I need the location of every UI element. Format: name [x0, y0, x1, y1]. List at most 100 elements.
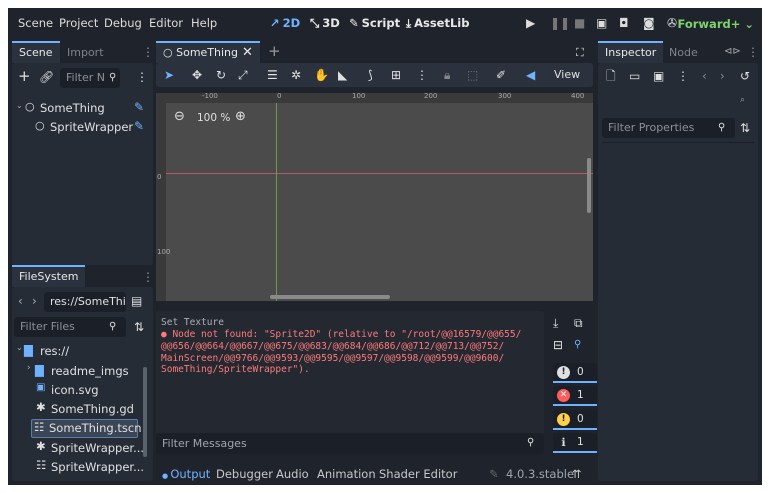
workspace-2d-button[interactable]: ↗ 2D [270, 16, 300, 30]
menu-debug[interactable]: Debug [104, 16, 142, 30]
search-toggle-icon[interactable]: ⚲ [574, 338, 581, 352]
pan-tool-icon[interactable]: ✋ [314, 68, 329, 82]
dock-menu-icon[interactable]: ⋮ [142, 270, 154, 284]
tab-import[interactable]: Import [60, 41, 111, 63]
bottom-tab-output[interactable]: ● Output [162, 467, 210, 481]
copy-icon[interactable]: ⧉ [574, 316, 583, 330]
zoom-out-icon[interactable]: ⊖ [174, 110, 185, 124]
file-something-gd[interactable]: ✱ SomeThing.gd [14, 400, 138, 419]
movie-maker-icon[interactable]: ✇ [667, 16, 677, 30]
renderer-selector[interactable]: Forward+ ⌄ [677, 17, 754, 31]
grid-snap-icon[interactable]: ⊞ [391, 68, 401, 82]
file-readme-imgs[interactable]: › ▇ readme_imgs [14, 362, 138, 381]
forward-icon[interactable]: › [32, 294, 37, 308]
resource-options-icon[interactable]: ⋮ [677, 69, 689, 83]
view-menu[interactable]: View [554, 68, 580, 82]
collapse-arrow-icon[interactable]: ⌄ [16, 343, 23, 352]
new-resource-icon[interactable]: 🗋︎ [606, 69, 616, 83]
collapse-arrow-icon[interactable]: ⌄ [16, 101, 23, 110]
zoom-level[interactable]: 100 % [197, 112, 230, 124]
file-spritewrapper-tscn[interactable]: ☷ SpriteWrapper... [14, 458, 144, 477]
play-icon[interactable]: ▶ [526, 16, 535, 30]
bottom-tab-audio[interactable]: Audio [276, 467, 309, 481]
script-attached-icon[interactable]: ✎ [134, 100, 144, 114]
camera-override-icon[interactable]: ◀ [526, 68, 535, 82]
workspace-script-button[interactable]: ✎ Script [349, 16, 400, 30]
tab-something-scene[interactable]: ○ SomeThing ✕ [156, 41, 260, 63]
add-node-icon[interactable]: + [18, 69, 31, 84]
remote-debug-icon[interactable]: ▣ [596, 16, 607, 30]
scale-tool-icon[interactable]: ⤢ [238, 68, 248, 82]
expand-panel-icon[interactable]: ⇈ [572, 467, 582, 481]
file-spritewrapper-gd[interactable]: ✱ SpriteWrapper... [14, 439, 144, 458]
distraction-free-icon[interactable]: ⛶ [576, 46, 584, 60]
menu-scene[interactable]: Scene [18, 16, 53, 30]
save-resource-icon[interactable]: ▣ [653, 69, 664, 83]
messages-filter-input[interactable]: Filter Messages [156, 433, 544, 454]
tab-filesystem[interactable]: FileSystem [12, 265, 86, 287]
canvas-viewport[interactable]: -100 0 100 200 300 400 0 100 ⊖ 100 % ⊕ [156, 92, 593, 301]
tab-inspector[interactable]: Inspector [598, 41, 664, 63]
tree-node-spritewrapper[interactable]: ○ SpriteWrapper ✎ [14, 118, 150, 137]
horizontal-scrollbar[interactable] [270, 295, 390, 299]
tab-scene[interactable]: Scene [12, 41, 60, 63]
history-icon[interactable]: ↺ [740, 69, 750, 83]
properties-filter-input[interactable]: Filter Properties [602, 118, 735, 138]
script-attached-icon[interactable]: ✎ [134, 119, 144, 133]
errors-filter-toggle[interactable]: ! 0 [553, 363, 597, 383]
scene-options-icon[interactable]: ⋮ [136, 70, 148, 84]
zoom-in-icon[interactable]: ⊕ [235, 110, 246, 124]
error-count-toggle[interactable]: ✕ 1 [553, 386, 597, 406]
open-resource-icon[interactable]: ▭ [629, 69, 640, 83]
pause-icon[interactable]: ❚❚ [550, 16, 570, 30]
dock-move-left-icon[interactable]: ⊲⊳ [724, 45, 741, 59]
bone-icon[interactable]: ✐ [496, 68, 506, 82]
snap-options-icon[interactable]: ⋮ [416, 68, 428, 82]
path-field[interactable]: res://SomeThi [44, 292, 126, 312]
bottom-tab-shader-editor[interactable]: Shader Editor [379, 467, 457, 481]
scroll-to-bottom-icon[interactable]: ⤓ [553, 316, 558, 330]
link-icon[interactable]: 🔗︎ [39, 70, 54, 84]
dock-menu-icon[interactable]: ⋮ [142, 45, 154, 59]
add-scene-tab-icon[interactable]: + [268, 44, 281, 59]
ruler-tool-icon[interactable]: ◣ [338, 68, 347, 82]
play-custom-scene-icon[interactable]: ◙ [643, 16, 655, 30]
menu-help[interactable]: Help [191, 16, 217, 30]
file-icon-svg[interactable]: ▣ icon.svg [14, 381, 138, 400]
tree-node-something[interactable]: ⌄ ○ SomeThing ✎ [14, 99, 150, 118]
close-icon[interactable]: ✕ [242, 45, 253, 60]
split-view-icon[interactable]: ▤ [131, 294, 142, 308]
clear-output-icon[interactable]: ⊟ [553, 338, 563, 352]
pivot-tool-icon[interactable]: ✲ [291, 68, 301, 82]
warning-count-toggle[interactable]: ! 0 [553, 410, 597, 430]
tab-node[interactable]: Node [662, 41, 705, 63]
bottom-tab-animation[interactable]: Animation [317, 467, 376, 481]
list-select-icon[interactable]: ☰ [267, 68, 278, 82]
smart-snap-icon[interactable]: ⟆ [368, 68, 373, 82]
documentation-icon[interactable]: ⌕ [740, 93, 745, 107]
bottom-tab-debugger[interactable]: Debugger [216, 467, 273, 481]
rotate-tool-icon[interactable]: ↻ [216, 68, 226, 82]
history-forward-icon[interactable]: › [720, 69, 725, 83]
stop-icon[interactable]: ■ [574, 16, 585, 30]
workspace-assetlib-button[interactable]: ⤓ AssetLib [406, 16, 469, 31]
group-icon[interactable]: ⬚ [467, 68, 478, 82]
menu-project[interactable]: Project [59, 16, 98, 30]
play-scene-icon[interactable]: ◘ [619, 16, 629, 30]
lock-icon[interactable]: 🔒︎ [444, 68, 450, 82]
workspace-3d-button[interactable]: ⤡ 3D [310, 16, 340, 31]
sort-icon[interactable]: ⇅ [134, 320, 144, 334]
dock-menu-icon[interactable]: ⋮ [747, 45, 759, 59]
menu-editor[interactable]: Editor [149, 16, 183, 30]
back-icon[interactable]: ‹ [18, 294, 23, 308]
move-tool-icon[interactable]: ✥ [192, 68, 202, 82]
file-something-tscn[interactable]: ☷ SomeThing.tscn [31, 419, 141, 438]
select-tool-icon[interactable]: ➤ [164, 68, 174, 82]
file-res-root[interactable]: ⌄ ▇ res:// [14, 342, 138, 361]
property-options-icon[interactable]: ⇅ [740, 121, 750, 135]
history-back-icon[interactable]: ‹ [702, 69, 707, 83]
expand-arrow-icon[interactable]: › [27, 363, 31, 373]
filesystem-scrollbar[interactable] [143, 367, 147, 457]
vertical-scrollbar[interactable] [587, 158, 591, 213]
message-count-toggle[interactable]: ℹ 1 [553, 433, 597, 453]
